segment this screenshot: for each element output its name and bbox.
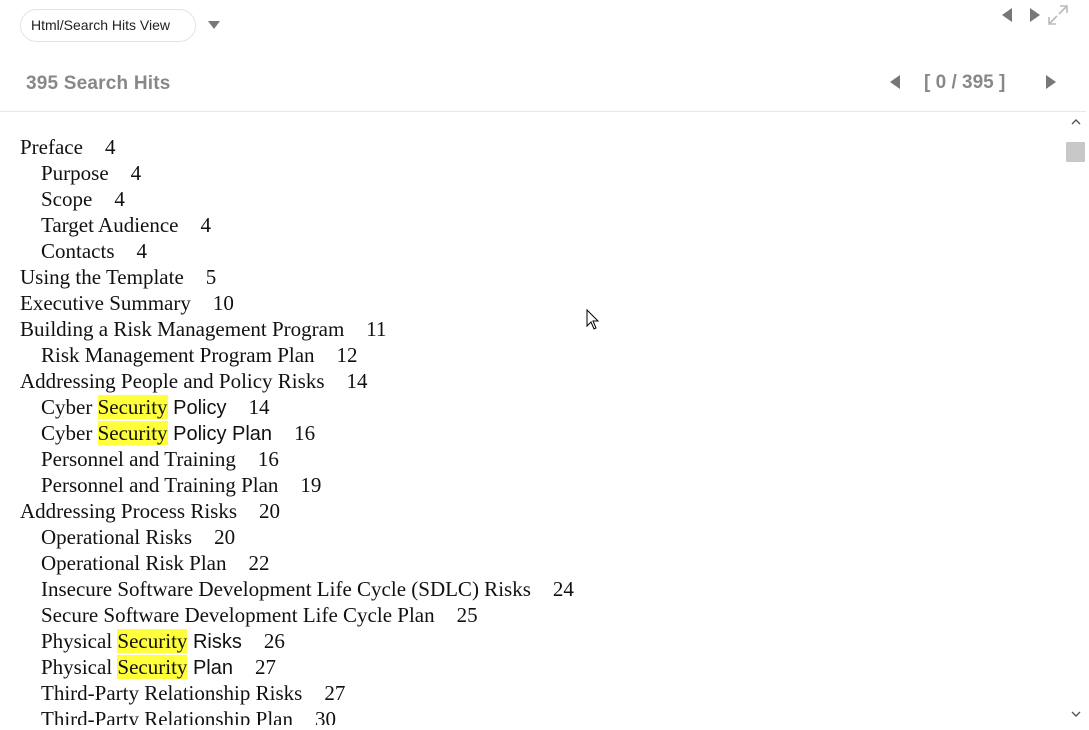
toc-entry[interactable]: Preface 4 [20,134,574,160]
toc-entry-text: Policy [167,397,227,419]
toc-page-number: 25 [456,603,478,627]
toc-entry[interactable]: Executive Summary 10 [20,290,574,316]
toc-entry[interactable]: Third-Party Relationship Risks 27 [20,680,574,706]
search-hit-highlight[interactable]: Security [97,421,168,445]
toc-entry-text: Personnel and Training Plan [41,473,279,497]
toc-entry-text: Physical [41,629,118,653]
scroll-down-icon[interactable] [1070,708,1082,720]
toc-entry[interactable]: Cyber Security Policy 14 [20,394,574,420]
toc-entry-text: Addressing People and Policy Risks [20,369,325,393]
toc-entry[interactable]: Third-Party Relationship Plan 30 [20,706,574,725]
toc-page-number: 11 [366,317,387,341]
toc-entry-text: Insecure Software Development Life Cycle… [41,577,531,601]
toc-page-number: 16 [294,421,316,445]
top-toolbar: Html/Search Hits View [0,0,1089,56]
toc-page-number: 14 [248,395,270,419]
toc-entry-text: Risks [187,631,242,653]
toc-page-number: 10 [212,291,234,315]
table-of-contents: Preface 4 Purpose 4 Scope 4 Target Audience 4 Co… [20,134,574,725]
toc-page-number: 4 [114,187,125,211]
toc-entry[interactable]: Using the Template 5 [20,264,574,290]
toc-page-number: 22 [248,551,270,575]
toc-entry[interactable]: Physical Security Risks 26 [20,628,574,654]
toc-page-number: 27 [255,655,276,679]
toc-page-number: 24 [552,577,574,601]
toc-entry[interactable]: Contacts 4 [20,238,574,264]
toc-entry-text: Purpose [41,161,109,185]
toc-entry[interactable]: Personnel and Training 16 [20,446,574,472]
chevron-down-icon[interactable] [208,21,220,29]
toc-page-number: 19 [300,473,322,497]
toc-entry-text: Secure Software Development Life Cycle P… [41,603,435,627]
search-hit-highlight[interactable]: Security [117,629,188,653]
toc-entry-text: Operational Risk Plan [41,551,227,575]
search-hit-highlight[interactable]: Security [117,655,188,679]
toc-page-number: 14 [346,369,368,393]
search-hits-count: 395 Search Hits [26,73,171,94]
toc-entry[interactable]: Operational Risk Plan 22 [20,550,574,576]
toc-page-number: 20 [214,525,236,549]
toc-entry-text: Operational Risks [41,525,193,549]
toc-entry[interactable]: Purpose 4 [20,160,574,186]
toc-entry[interactable]: Physical Security Plan 27 [20,654,574,680]
toc-entry[interactable]: Building a Risk Management Program 11 [20,316,574,342]
document-content: Preface 4 Purpose 4 Scope 4 Target Audience 4 Co… [0,112,1064,725]
toc-entry-text: Third-Party Relationship Plan [41,707,293,725]
toc-page-number: 30 [314,707,336,725]
toc-entry[interactable]: Secure Software Development Life Cycle P… [20,602,574,628]
mouse-cursor-icon [586,309,600,330]
toc-entry[interactable]: Personnel and Training Plan 19 [20,472,574,498]
scrollbar-thumb[interactable] [1066,142,1085,162]
toc-entry-text: Policy Plan [167,423,273,445]
toc-entry-text: Using the Template [20,265,184,289]
search-hit-highlight[interactable]: Security [97,395,168,419]
toc-entry-text: Physical [41,655,118,679]
toc-entry[interactable]: Operational Risks 20 [20,524,574,550]
toc-page-number: 12 [336,343,358,367]
toc-page-number: 4 [200,213,212,237]
toc-entry-text: Cyber [41,421,98,445]
toc-entry-text: Personnel and Training [41,447,236,471]
toc-page-number: 5 [205,265,217,289]
toc-entry[interactable]: Cyber Security Policy Plan 16 [20,420,574,446]
toc-entry-text: Building a Risk Management Program [20,317,345,341]
toc-page-number: 27 [324,681,346,705]
toc-page-number: 4 [104,135,116,159]
toc-entry-text: Cyber [41,395,98,419]
toc-entry-text: Target Audience [41,213,179,237]
toc-entry[interactable]: Scope 4 [20,186,574,212]
toc-entry[interactable]: Target Audience 4 [20,212,574,238]
toc-entry-text: Scope [41,187,93,211]
toc-entry-text: Addressing Process Risks [20,499,238,523]
toc-page-number: 4 [136,239,148,263]
toc-entry[interactable]: Insecure Software Development Life Cycle… [20,576,574,602]
expand-icon[interactable] [1047,4,1069,26]
toc-entry-text: Third-Party Relationship Risks [41,681,303,705]
toc-page-number: 4 [130,161,142,185]
next-hit-icon[interactable] [1046,75,1056,89]
next-page-icon[interactable] [1030,8,1040,22]
toc-page-number: 20 [259,499,281,523]
toc-entry-text: Executive Summary [20,291,191,315]
search-hits-header: 395 Search Hits [ 0 / 395 ] [0,56,1086,112]
previous-page-icon[interactable] [1002,8,1012,22]
toc-entry[interactable]: Addressing People and Policy Risks 14 [20,368,574,394]
toc-entry-text: Contacts [41,239,115,263]
toc-page-number: 26 [263,629,285,653]
toc-entry[interactable]: Addressing Process Risks 20 [20,498,574,524]
vertical-scrollbar[interactable] [1064,112,1086,725]
hit-position: [ 0 / 395 ] [924,72,1006,93]
toc-entry[interactable]: Risk Management Program Plan 12 [20,342,574,368]
previous-hit-icon[interactable] [890,75,900,89]
toc-entry-text: Preface [20,135,83,159]
toc-page-number: 16 [257,447,279,471]
scroll-up-icon[interactable] [1070,116,1082,128]
toc-entry-text: Risk Management Program Plan [41,343,315,367]
toc-entry-text: Plan [187,657,233,679]
view-select[interactable]: Html/Search Hits View [20,9,196,42]
